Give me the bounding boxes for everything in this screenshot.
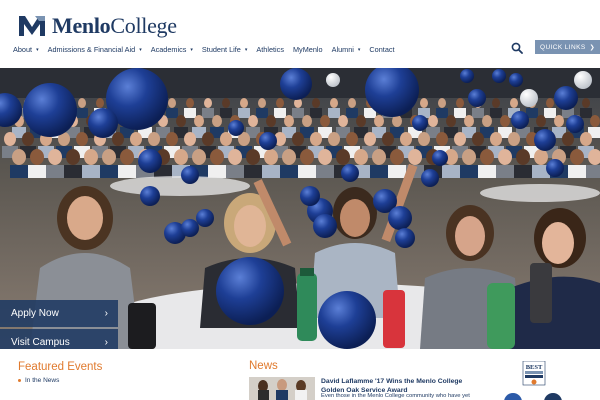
main-nav: About ▾ Admissions & Financial Aid ▾ Academi…: [13, 45, 404, 54]
logo-wordmark: MenloCollege: [52, 13, 177, 39]
nav-item-about[interactable]: About ▾: [13, 45, 39, 54]
search-icon[interactable]: [511, 42, 525, 56]
featured-events-list: In the News: [18, 377, 59, 384]
quick-links-button[interactable]: QUICK LINKS ❯: [535, 40, 600, 54]
news-heading: News: [249, 360, 278, 372]
cta-label: Apply Now: [11, 308, 59, 319]
nav-item-label: About: [13, 45, 33, 54]
logo-word-college: College: [110, 13, 177, 38]
nav-item-label: Contact: [369, 45, 395, 54]
news-excerpt: Even those in the Menlo College communit…: [321, 393, 470, 399]
nav-item-label: Alumni: [331, 45, 354, 54]
nav-item-student-life[interactable]: Student Life ▾: [202, 45, 247, 54]
chevron-right-icon: ›: [104, 308, 108, 319]
nav-item-label: Admissions & Financial Aid: [47, 45, 136, 54]
chevron-down-icon: ▾: [357, 46, 361, 53]
chevron-down-icon: ▾: [244, 46, 248, 53]
nav-item-admissions-financial-aid[interactable]: Admissions & Financial Aid ▾: [48, 45, 142, 54]
chevron-right-icon: ❯: [589, 44, 595, 51]
menlo-m-logo-icon: [18, 15, 46, 37]
cta-visit-campus-button[interactable]: Visit Campus ›: [0, 328, 118, 349]
hero-image: Apply Now›Visit Campus›Request Info›Make…: [0, 68, 600, 349]
badge-text: BEST: [526, 364, 543, 371]
cta-apply-now-button[interactable]: Apply Now ›: [0, 300, 118, 327]
featured-event-label: In the News: [25, 377, 60, 384]
nav-item-alumni[interactable]: Alumni ▾: [332, 45, 361, 54]
chevron-right-icon: ›: [104, 336, 108, 348]
nav-item-contact[interactable]: Contact: [369, 45, 394, 54]
nav-item-label: Student Life: [201, 45, 241, 54]
logo-word-menlo: Menlo: [52, 13, 111, 38]
chevron-down-icon: ▾: [139, 46, 142, 53]
best-colleges-badge-icon: BEST: [520, 361, 548, 389]
site-header: MenloCollege About ▾ Admissions & Financia…: [0, 0, 600, 68]
featured-events-heading: Featured Events: [18, 361, 103, 373]
nav-item-label: Academics: [150, 45, 187, 54]
cta-label: Visit Campus: [11, 336, 70, 348]
chevron-down-icon: ▾: [190, 46, 193, 53]
menlo-college-logo[interactable]: MenloCollege: [18, 13, 177, 39]
nav-item-academics[interactable]: Academics ▾: [151, 45, 193, 54]
featured-event-item[interactable]: In the News: [18, 377, 59, 384]
news-thumbnail[interactable]: [249, 377, 315, 400]
nav-item-athletics[interactable]: Athletics: [256, 45, 284, 54]
quick-links-label: QUICK LINKS: [539, 43, 586, 51]
bullet-icon: [18, 379, 21, 382]
content-section: Featured Events In the News News David L…: [0, 349, 600, 400]
cta-stack: Apply Now›Visit Campus›Request Info›Make…: [0, 300, 118, 349]
nav-item-label: MyMenlo: [292, 45, 323, 54]
nav-item-label: Athletics: [256, 45, 284, 54]
nav-item-mymenlo[interactable]: MyMenlo: [293, 45, 323, 54]
award-seals-icon: [504, 393, 562, 400]
chevron-down-icon: ▾: [36, 46, 39, 53]
